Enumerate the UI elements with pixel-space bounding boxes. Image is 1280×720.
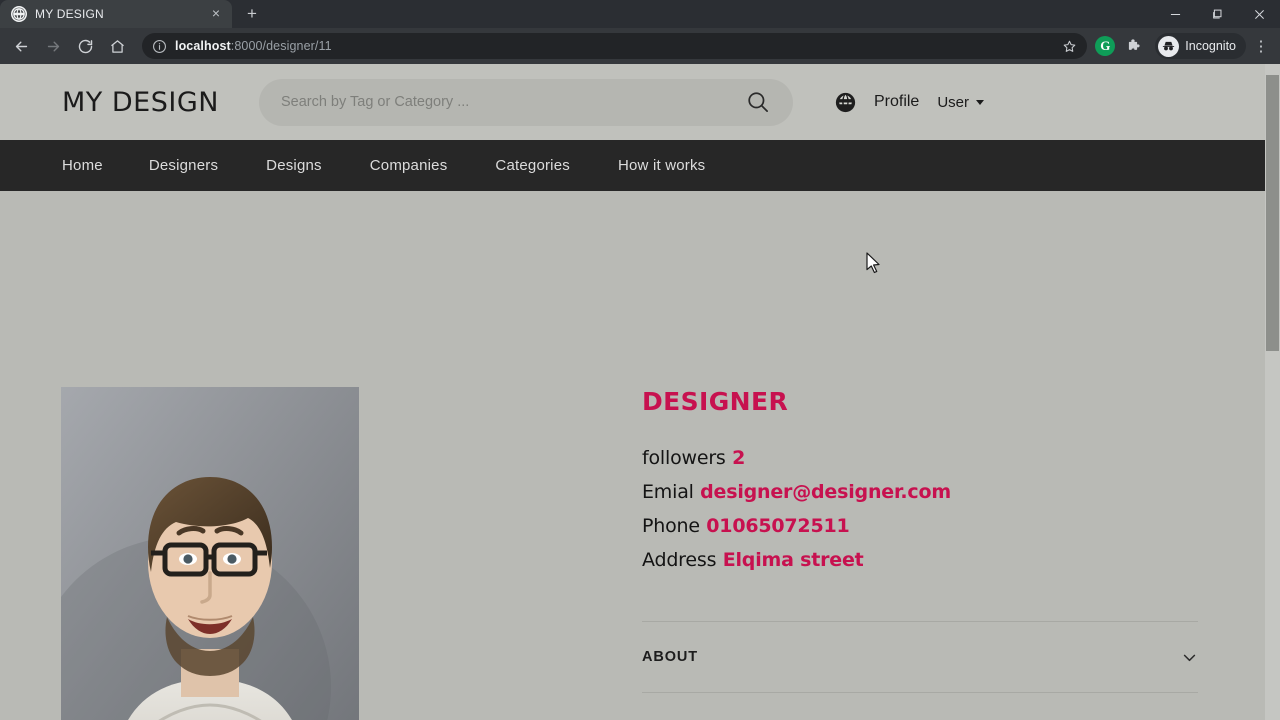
nav-item-categories[interactable]: Categories [495,157,606,174]
site-logo[interactable]: MY DESIGN [62,87,219,118]
scrollbar-thumb[interactable] [1266,75,1279,351]
user-dropdown[interactable]: User [937,94,984,111]
tab-title: MY DESIGN [35,7,200,21]
accordion-item-about[interactable]: ABOUT [642,622,1198,692]
nav-item-companies[interactable]: Companies [370,157,484,174]
info-value-address: Elqima street [723,549,864,571]
browser-tab[interactable]: MY DESIGN × [0,0,232,28]
user-dropdown-label: User [937,94,969,111]
home-icon[interactable] [102,31,132,61]
nav-item-how-it-works[interactable]: How it works [618,157,741,174]
search-input[interactable] [281,94,745,110]
page-viewport: MY DESIGN Profile User Home De [0,64,1280,720]
toolbar-right: G Incognito ⋮ [1095,31,1274,61]
accordion-item-achievements[interactable]: ACHIEVEMENTS [642,693,1198,720]
profile-right-column: DESIGNER followers 2 Emial designer@desi… [642,387,1198,720]
url-text: localhost:8000/designer/11 [175,39,332,53]
browser-menu-button[interactable]: ⋮ [1250,39,1272,54]
info-label-followers: followers [642,447,726,469]
nav-item-designers[interactable]: Designers [149,157,254,174]
info-value-email[interactable]: designer@designer.com [700,481,951,503]
forward-arrow-icon[interactable] [38,31,68,61]
new-tab-button[interactable]: + [238,0,266,28]
address-bar[interactable]: localhost:8000/designer/11 [142,33,1087,59]
info-row-address: Address Elqima street [642,549,1198,571]
globe-icon[interactable] [835,92,856,113]
header-right: Profile User [835,92,1280,113]
page-content: مستقل mostaql.com [0,191,1280,720]
tab-strip: MY DESIGN × + [0,0,1280,28]
info-value-followers: 2 [732,447,745,469]
info-circle-icon[interactable] [152,39,167,54]
designer-photo [61,387,359,720]
window-controls [1154,0,1280,28]
incognito-label: Incognito [1185,39,1236,53]
tab-favicon-globe-icon [11,6,27,22]
site-header: MY DESIGN Profile User [0,64,1280,140]
info-row-followers: followers 2 [642,447,1198,469]
search-icon[interactable] [745,89,771,115]
info-value-phone: 01065072511 [706,515,849,537]
profile-info-list: followers 2 Emial designer@designer.com … [642,447,1198,571]
info-label-email: Emial [642,481,694,503]
mouse-cursor [866,252,882,274]
accordion-label-about: ABOUT [642,649,698,665]
chevron-down-icon[interactable] [1181,649,1198,666]
page-scrollbar[interactable] [1265,64,1280,720]
url-host: localhost [175,39,231,53]
page-title: DESIGNER [642,387,1198,416]
main-navigation: Home Designers Designs Companies Categor… [0,140,1280,191]
chevron-down-icon [976,100,984,105]
search-bar[interactable] [259,79,793,126]
nav-item-designs[interactable]: Designs [266,157,358,174]
info-label-address: Address [642,549,716,571]
minimize-button[interactable] [1154,0,1196,28]
star-icon[interactable] [1062,39,1077,54]
url-path: :8000/designer/11 [231,39,332,53]
google-account-icon[interactable]: G [1095,36,1115,56]
browser-toolbar: localhost:8000/designer/11 G Incognito ⋮ [0,28,1280,64]
info-label-phone: Phone [642,515,700,537]
close-window-button[interactable] [1238,0,1280,28]
nav-item-home[interactable]: Home [62,157,137,174]
profile-left-column: Designer [61,387,359,720]
profile-accordion: ABOUT ACHIEVEMENTS [642,621,1198,720]
tab-close-icon[interactable]: × [208,6,224,22]
maximize-button[interactable] [1196,0,1238,28]
incognito-indicator[interactable]: Incognito [1155,33,1246,59]
reload-icon[interactable] [70,31,100,61]
back-arrow-icon[interactable] [6,31,36,61]
info-row-email: Emial designer@designer.com [642,481,1198,503]
info-row-phone: Phone 01065072511 [642,515,1198,537]
incognito-icon [1158,36,1179,57]
profile-link[interactable]: Profile [874,93,919,111]
puzzle-icon[interactable] [1119,31,1149,61]
browser-window: MY DESIGN × + [0,0,1280,720]
